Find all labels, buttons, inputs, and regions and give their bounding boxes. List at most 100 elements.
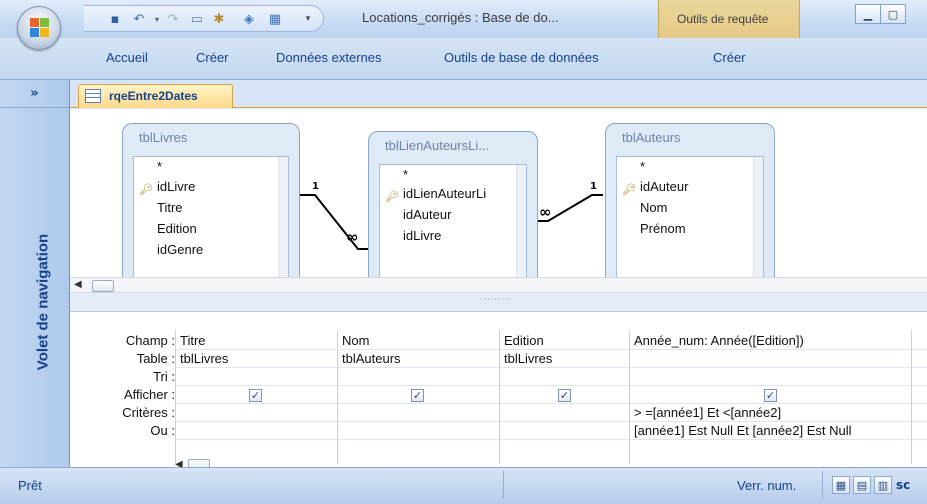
tab-outils-base-de-donnees[interactable]: Outils de base de données bbox=[444, 50, 599, 65]
cell-table[interactable]: tblAuteurs bbox=[342, 351, 401, 366]
maximize-icon: ▢ bbox=[887, 7, 899, 21]
field-list[interactable]: * 🔑︎ idLivre Titre Edition idGenre bbox=[133, 156, 289, 277]
primary-key-icon: 🔑︎ bbox=[139, 183, 153, 196]
tab-donnees-externes[interactable]: Données externes bbox=[276, 50, 382, 65]
cell-champ[interactable]: Edition bbox=[504, 333, 544, 348]
document-tab-bar: rqeEntre2Dates bbox=[70, 80, 927, 108]
context-tab-title-label: Outils de requête bbox=[677, 12, 769, 26]
office-logo-icon bbox=[30, 18, 50, 38]
primary-key-icon: 🔑︎ bbox=[622, 183, 636, 196]
table-title: tblLivres bbox=[139, 130, 188, 145]
chart-view-icon: ▥ bbox=[877, 478, 889, 492]
cell-ou[interactable]: [année1] Est Null Et [année2] Est Null bbox=[634, 423, 910, 438]
table-box-tbllivres[interactable]: tblLivres * 🔑︎ idLivre Titre Edition idG… bbox=[122, 123, 300, 277]
navigation-pane[interactable]: » Volet de navigation bbox=[0, 80, 70, 467]
field-item[interactable]: Titre bbox=[157, 200, 183, 215]
grid-column[interactable]: Nom tblAuteurs ✓ bbox=[337, 330, 499, 464]
redo-icon[interactable]: ↷ bbox=[164, 10, 182, 28]
row-label-criteres: Critères : bbox=[122, 405, 175, 420]
grid-column[interactable]: Année_num: Année([Edition]) ✓ > =[année1… bbox=[629, 330, 911, 464]
pane-splitter[interactable]: ········· bbox=[70, 293, 927, 311]
tab-creer[interactable]: Créer bbox=[196, 50, 229, 65]
tab-accueil[interactable]: Accueil bbox=[106, 50, 148, 65]
field-item[interactable]: idLienAuteurLi bbox=[403, 186, 486, 201]
query-design-grid[interactable]: Champ : Table : Tri : Afficher : Critère… bbox=[70, 311, 927, 471]
maximize-button[interactable]: ▢ bbox=[880, 4, 906, 24]
field-item[interactable]: * bbox=[640, 159, 645, 174]
query-diagram-pane[interactable]: 1 ∞ 1 ∞ tblLivres * 🔑︎ idLivre Titre Edi… bbox=[70, 109, 927, 277]
field-item[interactable]: Nom bbox=[640, 200, 667, 215]
minimize-button[interactable]: ▁ bbox=[855, 4, 881, 24]
field-item[interactable]: idLivre bbox=[157, 179, 195, 194]
save-icon[interactable]: ▪ bbox=[106, 10, 124, 28]
field-list-scrollbar[interactable] bbox=[753, 157, 763, 277]
relation-many-label: ∞ bbox=[539, 203, 552, 221]
row-label-afficher: Afficher : bbox=[123, 387, 175, 402]
field-item[interactable]: idAuteur bbox=[403, 207, 451, 222]
relationships-icon[interactable]: ◈ bbox=[240, 10, 258, 28]
grid-column[interactable]: Titre tblLivres ✓ bbox=[175, 330, 337, 464]
cell-champ[interactable]: Nom bbox=[342, 333, 369, 348]
table-title: tblAuteurs bbox=[622, 130, 681, 145]
minimize-icon: ▁ bbox=[863, 7, 873, 21]
field-list-scrollbar[interactable] bbox=[278, 157, 288, 277]
new-document-icon[interactable]: ▭ bbox=[188, 10, 206, 28]
table-box-tblauteurs[interactable]: tblAuteurs * 🔑︎ idAuteur Nom Prénom bbox=[605, 123, 775, 277]
field-item[interactable]: Prénom bbox=[640, 221, 686, 236]
scroll-thumb[interactable] bbox=[92, 280, 114, 292]
scroll-left-icon[interactable]: ◀ bbox=[74, 279, 82, 290]
show-checkbox[interactable]: ✓ bbox=[764, 389, 777, 402]
customize-toolbar-icon[interactable]: ▾ bbox=[299, 10, 317, 28]
nav-pane-toggle-button[interactable]: » bbox=[0, 80, 69, 108]
field-list-scrollbar[interactable] bbox=[516, 165, 526, 277]
field-list[interactable]: * 🔑︎ idAuteur Nom Prénom bbox=[616, 156, 764, 277]
context-tab-title: Outils de requête bbox=[658, 0, 800, 38]
relation-one-label: 1 bbox=[590, 181, 597, 192]
show-checkbox[interactable]: ✓ bbox=[558, 389, 571, 402]
show-checkbox[interactable]: ✓ bbox=[411, 389, 424, 402]
chart-view-button[interactable]: ▥ bbox=[874, 476, 892, 494]
field-item[interactable]: idLivre bbox=[403, 228, 441, 243]
cell-table[interactable]: tblLivres bbox=[180, 351, 228, 366]
status-bar: Prêt Verr. num. ▦ ▤ ▥ sc bbox=[0, 467, 927, 504]
row-label-ou: Ou : bbox=[150, 423, 175, 438]
show-checkbox[interactable]: ✓ bbox=[249, 389, 262, 402]
field-item[interactable]: Edition bbox=[157, 221, 197, 236]
datasheet-view-icon: ▦ bbox=[835, 478, 847, 492]
datasheet-view-button[interactable]: ▦ bbox=[832, 476, 850, 494]
office-button[interactable] bbox=[17, 6, 61, 50]
window-title: Locations_corrigés : Base de do... bbox=[362, 10, 559, 25]
query-design-icon[interactable]: ▦ bbox=[266, 10, 284, 28]
tab-query-rqeentre2dates[interactable]: rqeEntre2Dates bbox=[78, 84, 233, 108]
table-box-tblienauteurslivres[interactable]: tblLienAuteursLi... * 🔑︎ idLienAuteurLi … bbox=[368, 131, 538, 277]
splitter-grip: ········· bbox=[480, 295, 512, 304]
filter-icon[interactable]: ✱ bbox=[210, 10, 228, 28]
cell-champ[interactable]: Année_num: Année([Edition]) bbox=[634, 333, 910, 348]
relation-one-label: 1 bbox=[312, 181, 319, 192]
cell-criteres[interactable]: > =[année1] Et <[année2] bbox=[634, 405, 910, 420]
relation-many-label: ∞ bbox=[346, 228, 359, 246]
cell-champ[interactable]: Titre bbox=[180, 333, 206, 348]
field-item[interactable]: idGenre bbox=[157, 242, 203, 257]
row-label-table: Table : bbox=[136, 351, 175, 366]
table-title: tblLienAuteursLi... bbox=[385, 138, 490, 153]
undo-icon[interactable]: ↶ bbox=[130, 10, 148, 28]
grid-column[interactable]: Edition tblLivres ✓ bbox=[499, 330, 629, 464]
field-item[interactable]: idAuteur bbox=[640, 179, 688, 194]
field-list[interactable]: * 🔑︎ idLienAuteurLi idAuteur idLivre bbox=[379, 164, 527, 277]
window-controls: ▁ ▢ bbox=[855, 4, 927, 26]
title-bar: ▪ ↶ ▾ ↷ ▭ ✱ ◈ ▦ ▾ Locations_corrigés : B… bbox=[0, 0, 927, 38]
field-item[interactable]: * bbox=[403, 167, 408, 182]
field-item[interactable]: * bbox=[157, 159, 162, 174]
status-text: Prêt bbox=[18, 478, 42, 493]
quick-access-toolbar: ▪ ↶ ▾ ↷ ▭ ✱ ◈ ▦ ▾ bbox=[84, 5, 324, 32]
sql-view-button[interactable]: sc bbox=[896, 478, 910, 492]
tab-creer-requete[interactable]: Créer bbox=[713, 50, 746, 65]
diagram-horizontal-scrollbar[interactable]: ◀ bbox=[70, 277, 927, 293]
status-divider bbox=[822, 471, 823, 499]
pivot-view-button[interactable]: ▤ bbox=[853, 476, 871, 494]
cell-table[interactable]: tblLivres bbox=[504, 351, 552, 366]
nav-pane-label[interactable]: Volet de navigation bbox=[35, 234, 52, 370]
row-label-champ: Champ : bbox=[125, 333, 175, 348]
grid-column[interactable] bbox=[911, 330, 927, 464]
